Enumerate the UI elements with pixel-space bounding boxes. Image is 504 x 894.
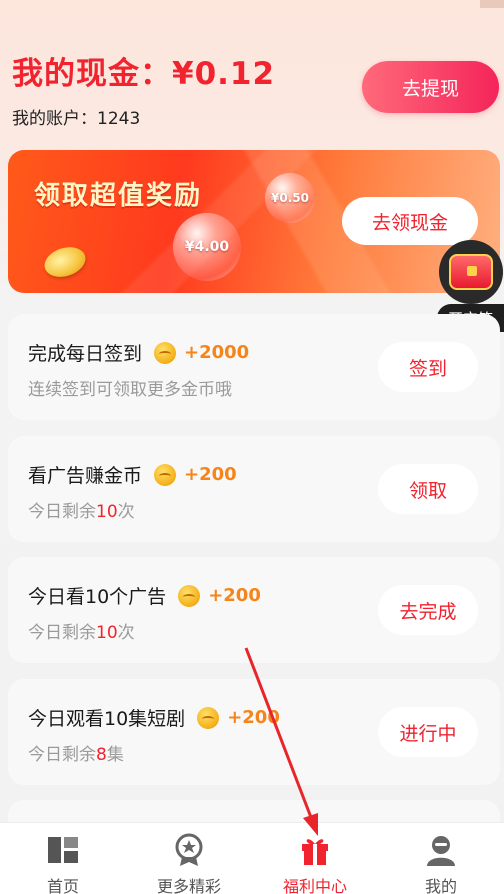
user-icon: [427, 836, 455, 866]
task-subtitle: 连续签到可领取更多金币哦: [28, 375, 232, 400]
task-subtitle: 今日剩余8集: [28, 740, 124, 765]
task-subtitle-suffix: 集: [106, 745, 124, 765]
tab-label: 首页: [46, 877, 79, 894]
tab-home[interactable]: 首页: [0, 823, 126, 894]
task-remaining-count: 10: [96, 502, 118, 522]
claim-button[interactable]: 领取: [378, 464, 478, 514]
task-subtitle-text: 连续签到可领取更多金币哦: [28, 380, 232, 400]
treasure-chest-icon: [439, 240, 503, 304]
go-complete-button[interactable]: 去完成: [378, 585, 478, 635]
task-reward: +200: [208, 585, 261, 606]
task-title-text: 完成每日签到: [28, 343, 143, 365]
task-subtitle: 今日剩余10次: [28, 618, 135, 643]
task-subtitle-prefix: 今日剩余: [28, 623, 96, 643]
coin-icon: [197, 706, 220, 729]
cash-bubble-large: ¥4.00: [173, 213, 241, 281]
task-title: 看广告赚金币 +200: [28, 461, 237, 488]
task-subtitle: 今日剩余10次: [28, 497, 135, 522]
bottom-tab-bar: 首页 更多精彩 福利中心 我的: [0, 822, 504, 894]
reward-banner[interactable]: 领取超值奖励 ¥0.50 ¥4.00 去领现金: [8, 150, 500, 293]
tab-label: 我的: [424, 877, 457, 894]
task-title-text: 今日观看10集短剧: [28, 708, 186, 730]
corner-tag: [480, 0, 504, 8]
cash-bubble-small: ¥0.50: [265, 173, 315, 223]
task-subtitle-suffix: 次: [117, 623, 135, 643]
coin-icon: [154, 341, 177, 364]
tab-label: 福利中心: [282, 877, 347, 894]
withdraw-button[interactable]: 去提现: [362, 61, 499, 113]
tab-more[interactable]: 更多精彩: [126, 823, 252, 894]
claim-cash-button[interactable]: 去领现金: [342, 197, 478, 245]
task-subtitle-prefix: 今日剩余: [28, 745, 96, 765]
account-balance: 我的账户：1243: [12, 109, 141, 129]
task-card-watch-ad: 看广告赚金币 +200 今日剩余10次 领取: [8, 436, 500, 542]
coin-icon: [178, 584, 201, 607]
cash-balance: 我的现金：¥0.12: [12, 56, 276, 92]
tab-label: 更多精彩: [156, 877, 221, 894]
task-card-ten-ads: 今日看10个广告 +200 今日剩余10次 去完成: [8, 557, 500, 663]
gift-icon: [302, 839, 328, 865]
task-card-short-drama: 今日观看10集短剧 +200 今日剩余8集 进行中: [8, 679, 500, 785]
task-subtitle-suffix: 次: [117, 502, 135, 522]
task-reward: +200: [227, 707, 280, 728]
coin-icon: [154, 463, 177, 486]
task-title: 完成每日签到 +2000: [28, 339, 249, 366]
task-subtitle-prefix: 今日剩余: [28, 502, 96, 522]
task-remaining-count: 8: [96, 745, 107, 765]
task-reward: +2000: [184, 342, 250, 363]
checkin-button[interactable]: 签到: [378, 342, 478, 392]
banner-title: 领取超值奖励: [34, 181, 203, 211]
task-title-text: 看广告赚金币: [28, 465, 143, 487]
badge-star-icon: [175, 833, 203, 866]
task-reward: +200: [184, 464, 237, 485]
header: 我的现金：¥0.12 我的账户：1243 去提现: [0, 0, 504, 150]
task-card-checkin: 完成每日签到 +2000 连续签到可领取更多金币哦 签到: [8, 314, 500, 420]
in-progress-button[interactable]: 进行中: [378, 707, 478, 757]
task-title: 今日看10个广告 +200: [28, 582, 261, 609]
task-title: 今日观看10集短剧 +200: [28, 704, 280, 731]
home-grid-icon: [48, 837, 78, 863]
tab-welfare-center[interactable]: 福利中心: [252, 823, 378, 894]
task-remaining-count: 10: [96, 623, 118, 643]
task-title-text: 今日看10个广告: [28, 586, 167, 608]
tab-mine[interactable]: 我的: [378, 823, 504, 894]
